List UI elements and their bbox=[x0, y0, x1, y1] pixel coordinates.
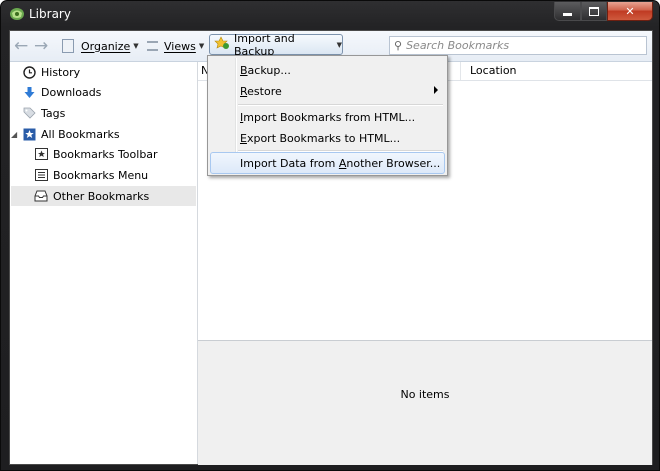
views-label: Views bbox=[164, 39, 196, 53]
column-location-header[interactable]: Location bbox=[470, 64, 517, 77]
menu-item-label: Export Bookmarks to HTML... bbox=[240, 131, 401, 145]
organize-label: Organize bbox=[81, 39, 131, 53]
forward-arrow-icon[interactable]: → bbox=[34, 35, 48, 57]
sidebar-item-history[interactable]: History bbox=[22, 62, 80, 82]
toolbar-star-icon bbox=[34, 147, 48, 161]
sidebar-item-tags[interactable]: Tags bbox=[22, 103, 65, 123]
back-arrow-icon[interactable]: ← bbox=[14, 35, 28, 57]
maximize-icon bbox=[589, 6, 599, 16]
caret-down-icon: ▼ bbox=[133, 42, 139, 50]
views-menu-button[interactable]: Views ▼ bbox=[147, 35, 204, 57]
menu-list-icon bbox=[34, 168, 48, 182]
close-button[interactable]: ✕ bbox=[607, 2, 653, 21]
sidebar-item-label: Other Bookmarks bbox=[53, 189, 150, 203]
menu-item-label: Import Data from Another Browser... bbox=[240, 156, 441, 170]
views-icon bbox=[147, 41, 158, 51]
tag-icon bbox=[22, 106, 36, 120]
search-icon: ⚲ bbox=[394, 39, 403, 52]
sidebar-item-label: Tags bbox=[41, 106, 66, 120]
sidebar-item-label: All Bookmarks bbox=[41, 127, 120, 141]
menu-item-import-bookmarks-html[interactable]: Import Bookmarks from HTML... bbox=[210, 106, 445, 128]
menu-item-label: Backup... bbox=[240, 63, 291, 77]
details-pane: No items bbox=[198, 340, 652, 465]
sidebar-item-label: Bookmarks Toolbar bbox=[53, 147, 158, 161]
empty-state-text: No items bbox=[400, 388, 450, 401]
sidebar-item-downloads[interactable]: Downloads bbox=[22, 82, 101, 102]
search-input[interactable] bbox=[406, 39, 627, 52]
folder-tray-icon bbox=[34, 189, 48, 203]
expanded-twisty-icon[interactable]: ◢ bbox=[11, 130, 22, 139]
menu-item-import-from-another-browser[interactable]: Import Data from Another Browser... bbox=[210, 152, 445, 174]
sidebar-item-label: Downloads bbox=[41, 85, 102, 99]
caret-down-icon: ▼ bbox=[336, 40, 342, 49]
import-and-backup-label: Import and Backup bbox=[234, 31, 295, 58]
minimize-icon bbox=[563, 12, 572, 16]
caret-down-icon: ▼ bbox=[198, 42, 205, 50]
window-title: Library bbox=[29, 7, 71, 21]
bookmarks-icon bbox=[22, 127, 36, 141]
close-icon: ✕ bbox=[625, 4, 635, 18]
search-bookmarks-field[interactable]: ⚲ bbox=[389, 36, 647, 55]
submenu-arrow-icon bbox=[434, 86, 438, 94]
menu-item-export-bookmarks-html[interactable]: Export Bookmarks to HTML... bbox=[210, 127, 445, 149]
import-star-icon bbox=[214, 36, 230, 53]
organize-menu-button[interactable]: Organize ▼ bbox=[62, 35, 139, 57]
maximize-button[interactable] bbox=[581, 2, 607, 21]
sidebar-item-all-bookmarks[interactable]: ◢ All Bookmarks bbox=[11, 124, 120, 144]
sidebar-tree: History Downloads Tags ◢ All Bookmarks B… bbox=[10, 62, 198, 464]
sidebar-item-other-bookmarks[interactable]: Other Bookmarks bbox=[11, 186, 196, 206]
sidebar-item-bookmarks-toolbar[interactable]: Bookmarks Toolbar bbox=[34, 144, 158, 164]
import-and-backup-menu: Backup... Restore Import Bookmarks from … bbox=[207, 55, 448, 176]
menu-item-backup[interactable]: Backup... bbox=[210, 59, 445, 81]
menu-item-label: Import Bookmarks from HTML... bbox=[240, 110, 416, 124]
import-and-backup-button[interactable]: Import and Backup ▼ bbox=[209, 31, 343, 58]
sidebar-item-bookmarks-menu[interactable]: Bookmarks Menu bbox=[34, 165, 148, 185]
title-bar[interactable]: Library ✕ bbox=[1, 1, 659, 29]
column-divider[interactable] bbox=[460, 62, 461, 80]
organize-icon bbox=[62, 39, 74, 53]
menu-item-restore[interactable]: Restore bbox=[210, 80, 445, 102]
firefox-library-icon bbox=[9, 7, 25, 21]
sidebar-item-label: Bookmarks Menu bbox=[53, 168, 149, 182]
minimize-button[interactable] bbox=[554, 2, 581, 21]
clock-icon bbox=[22, 65, 36, 79]
download-arrow-icon bbox=[22, 85, 36, 99]
sidebar-item-label: History bbox=[41, 65, 81, 79]
menu-item-label: Restore bbox=[240, 84, 282, 98]
